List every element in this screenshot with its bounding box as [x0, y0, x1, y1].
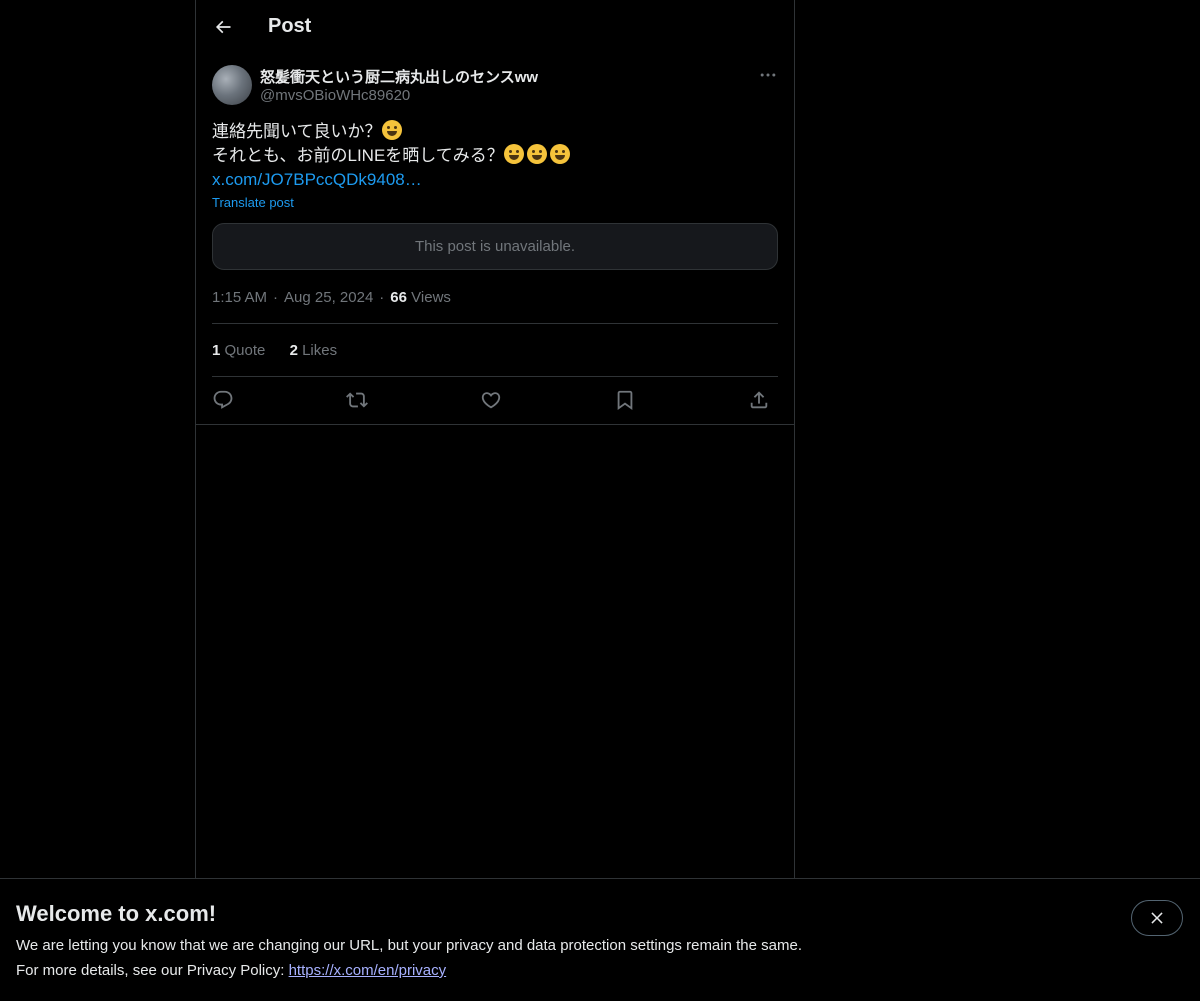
- quotes-stat[interactable]: 1 Quote: [212, 342, 265, 359]
- author-display-name[interactable]: 怒髪衝天という厨二病丸出しのセンスww: [260, 66, 538, 87]
- action-bar: [212, 386, 778, 414]
- bookmark-icon: [617, 390, 633, 411]
- separator-dot: ·: [273, 289, 279, 306]
- divider: [212, 323, 778, 324]
- close-banner-button[interactable]: [1131, 900, 1183, 936]
- tweet-date[interactable]: Aug 25, 2024: [284, 289, 373, 306]
- tweet-line-2-text: それとも、お前のLINEを晒してみる？: [212, 146, 504, 165]
- unavailable-quote-card: This post is unavailable.: [212, 223, 778, 270]
- tweet-line-2: それとも、お前のLINEを晒してみる？: [212, 144, 778, 168]
- likes-label: Likes: [302, 342, 338, 359]
- rofl-emoji-icon: [381, 120, 402, 140]
- welcome-banner: Welcome to x.com! We are letting you kno…: [0, 878, 1200, 1001]
- banner-message: We are letting you know that we are chan…: [16, 937, 802, 954]
- banner-title: Welcome to x.com!: [16, 901, 217, 926]
- quotes-label: Quote: [224, 342, 266, 359]
- share-icon: [750, 391, 768, 409]
- tweet-line-1: 連絡先聞いて良いか？: [212, 120, 778, 144]
- banner-policy-line: For more details, see our Privacy Policy…: [16, 962, 446, 979]
- tweet-text: 連絡先聞いて良いか？ それとも、お前のLINEを晒してみる？ x.com/JO7…: [212, 120, 778, 192]
- author-handle[interactable]: @mvsOBioWHc89620: [260, 87, 410, 104]
- tweet-bottom-border: [196, 424, 794, 425]
- views-label: Views: [411, 289, 451, 306]
- page-title: Post: [268, 15, 312, 37]
- tweet-link[interactable]: x.com/JO7BPccQDk9408…: [212, 170, 422, 189]
- more-options-button[interactable]: [756, 63, 780, 87]
- likes-stat[interactable]: 2 Likes: [290, 342, 338, 359]
- banner-policy-prefix: For more details, see our Privacy Policy…: [16, 962, 289, 979]
- heart-icon: [481, 392, 501, 409]
- engagement-stats: 1 Quote 2 Likes: [212, 342, 357, 359]
- separator-dot: ·: [379, 289, 385, 306]
- retweet-icon: [346, 392, 368, 408]
- privacy-policy-link[interactable]: https://x.com/en/privacy: [289, 962, 447, 979]
- divider: [212, 376, 778, 377]
- quotes-count: 1: [212, 342, 221, 359]
- tweet-line-1-text: 連絡先聞いて良いか？: [212, 122, 382, 141]
- tweet-time[interactable]: 1:15 AM: [212, 289, 267, 306]
- views-count: 66: [390, 289, 407, 306]
- back-button[interactable]: [207, 11, 239, 43]
- avatar[interactable]: [212, 65, 252, 105]
- share-button[interactable]: [744, 386, 774, 414]
- rofl-emoji-icon: [549, 144, 570, 164]
- primary-column: Post 怒髪衝天という厨二病丸出しのセンスww @mvsOBioWHc8962…: [195, 0, 795, 1000]
- more-horizontal-icon: [760, 73, 776, 77]
- tweet-meta: 1:15 AM · Aug 25, 2024 · 66 Views: [212, 289, 451, 306]
- like-button[interactable]: [476, 386, 506, 414]
- reply-button[interactable]: [208, 386, 238, 414]
- translate-post-link[interactable]: Translate post: [212, 195, 294, 210]
- reply-icon: [213, 390, 233, 409]
- unavailable-text: This post is unavailable.: [414, 238, 576, 255]
- repost-button[interactable]: [342, 386, 372, 414]
- bookmark-button[interactable]: [610, 386, 640, 414]
- zany-face-emoji-icon: [503, 144, 524, 164]
- grinning-emoji-icon: [526, 144, 547, 164]
- arrow-left-icon: [215, 20, 231, 34]
- tweet-line-3: x.com/JO7BPccQDk9408…: [212, 168, 778, 192]
- page-header: Post: [196, 0, 794, 54]
- close-icon: [1151, 912, 1163, 924]
- likes-count: 2: [289, 342, 298, 359]
